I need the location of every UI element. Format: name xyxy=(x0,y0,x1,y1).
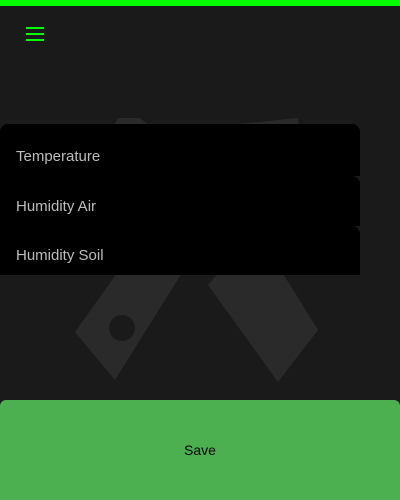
hamburger-menu-button[interactable] xyxy=(24,26,48,44)
menu-item-label: Humidity Air xyxy=(16,197,97,215)
menu-item-label: Humidity Soil xyxy=(16,247,104,264)
sensor-menu: Temperature Humidity Air Humidity Soil xyxy=(0,124,360,275)
app-screen: Temperature Humidity Air Humidity Soil S… xyxy=(0,0,400,500)
menu-item-label: Temperature xyxy=(16,147,101,165)
save-button[interactable]: Save xyxy=(0,400,400,500)
menu-item-humidity-soil[interactable]: Humidity Soil xyxy=(0,226,360,275)
hamburger-menu-icon xyxy=(26,27,44,41)
menu-item-humidity-air[interactable]: Humidity Air xyxy=(0,176,360,226)
menu-item-temperature[interactable]: Temperature xyxy=(0,124,360,176)
accent-top-bar xyxy=(0,0,400,6)
